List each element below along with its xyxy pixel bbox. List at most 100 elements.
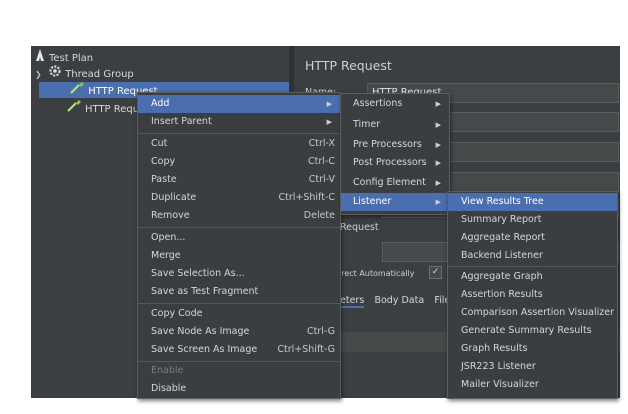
- menu-item-save-node-image[interactable]: Save Node As Image Ctrl-G: [138, 323, 340, 341]
- submenu-arrow-icon: ▶: [435, 100, 441, 108]
- menu-item-label: Aggregate Graph: [461, 271, 543, 282]
- menu-item-label: Aggregate Report: [461, 232, 546, 243]
- menu-item-assertions[interactable]: Assertions ▶: [341, 95, 449, 113]
- menu-item-cut[interactable]: Cut Ctrl-X: [138, 135, 340, 153]
- menu-item-view-results-tree[interactable]: View Results Tree: [448, 193, 617, 211]
- context-menu: Add ▶ Insert Parent ▶ Cut Ctrl-X Copy Ctrl-C…: [137, 92, 341, 399]
- menu-item-comparison-assertion-visualizer[interactable]: Comparison Assertion Visualizer: [448, 304, 617, 322]
- menu-item-paste[interactable]: Paste Ctrl-V: [138, 171, 340, 189]
- menu-item-label: Enable: [151, 365, 184, 376]
- redirect-automatically-label: edirect Automatically: [329, 269, 415, 278]
- chevron-down-icon[interactable]: ❯: [35, 67, 43, 83]
- tree-node-thread-group[interactable]: ❯ Thread Group: [35, 65, 134, 81]
- shortcut-label: Ctrl-G: [306, 326, 335, 337]
- menu-item-label: Copy: [151, 156, 176, 167]
- menu-item-label: Duplicate: [151, 192, 197, 203]
- menu-item-aggregate-report[interactable]: Aggregate Report: [448, 229, 617, 247]
- menu-item-label: Add: [151, 98, 170, 109]
- menu-item-graph-results[interactable]: Graph Results: [448, 340, 617, 358]
- menu-item-save-selection[interactable]: Save Selection As...: [138, 265, 340, 283]
- menu-separator: [138, 303, 340, 304]
- menu-item-config-element[interactable]: Config Element ▶: [341, 174, 449, 192]
- menu-item-merge[interactable]: Merge: [138, 247, 340, 265]
- menu-item-open[interactable]: Open...: [138, 229, 340, 247]
- menu-item-label: Assertions: [353, 98, 403, 109]
- menu-item-enable: Enable: [138, 362, 340, 380]
- menu-item-copy[interactable]: Copy Ctrl-C: [138, 153, 340, 171]
- menu-item-label: Insert Parent: [151, 116, 212, 127]
- menu-item-label: Comparison Assertion Visualizer: [461, 307, 615, 318]
- menu-item-label: Open...: [151, 232, 186, 243]
- menu-item-label: Cut: [151, 138, 168, 149]
- request-tabs: eters Body Data Files: [340, 292, 462, 310]
- menu-item-label: Timer: [353, 119, 381, 130]
- request-section-label: Request: [340, 222, 379, 233]
- gear-icon: [49, 65, 61, 83]
- menu-item-save-fragment[interactable]: Save as Test Fragment: [138, 283, 340, 301]
- menu-item-label: Remove: [151, 210, 190, 221]
- pipette-icon: [67, 100, 81, 118]
- menu-item-label: Config Element: [353, 177, 426, 188]
- tab-parameters[interactable]: eters: [340, 295, 365, 308]
- submenu-arrow-icon: ▶: [435, 141, 441, 149]
- menu-item-label: Merge: [151, 250, 181, 261]
- menu-item-listener[interactable]: Listener ▶: [341, 193, 449, 211]
- submenu-arrow-icon: ▶: [326, 100, 332, 108]
- menu-item-label: Save Screen As Image: [151, 344, 258, 355]
- menu-item-pre-processors[interactable]: Pre Processors ▶: [341, 136, 449, 154]
- menu-separator: [448, 266, 617, 267]
- tab-body-data[interactable]: Body Data: [374, 295, 424, 306]
- add-submenu: Assertions ▶ Timer ▶ Pre Processors ▶ Post …: [340, 93, 450, 215]
- submenu-arrow-icon: ▶: [435, 198, 441, 206]
- panel-title: HTTP Request: [305, 58, 392, 73]
- menu-item-label: Save Selection As...: [151, 268, 245, 279]
- shortcut-label: Ctrl-C: [308, 156, 335, 167]
- menu-item-post-processors[interactable]: Post Processors ▶: [341, 154, 449, 172]
- menu-item-save-screen-image[interactable]: Save Screen As Image Ctrl+Shift-G: [138, 341, 340, 359]
- shortcut-label: Ctrl+Shift-C: [278, 192, 335, 203]
- submenu-arrow-icon: ▶: [435, 159, 441, 167]
- menu-item-summary-report[interactable]: Summary Report: [448, 211, 617, 229]
- menu-item-label: Backend Listener: [461, 250, 543, 261]
- menu-item-insert-parent[interactable]: Insert Parent ▶: [138, 113, 340, 131]
- menu-item-label: Generate Summary Results: [461, 325, 592, 336]
- menu-item-copy-code[interactable]: Copy Code: [138, 305, 340, 323]
- menu-item-timer[interactable]: Timer ▶: [341, 116, 449, 134]
- menu-item-disable[interactable]: Disable: [138, 380, 340, 398]
- menu-item-label: View Results Tree: [461, 196, 544, 207]
- tree-node-label: Test Plan: [49, 53, 94, 64]
- menu-item-label: Pre Processors: [353, 139, 422, 150]
- menu-separator: [138, 133, 340, 134]
- menu-item-label: Copy Code: [151, 308, 203, 319]
- submenu-arrow-icon: ▶: [435, 121, 441, 129]
- menu-item-add[interactable]: Add ▶: [138, 95, 340, 113]
- pipette-icon: [70, 82, 85, 100]
- menu-item-label: Summary Report: [461, 214, 542, 225]
- submenu-arrow-icon: ▶: [435, 179, 441, 187]
- tree-node-label: Thread Group: [65, 69, 134, 80]
- menu-item-jsr223-listener[interactable]: JSR223 Listener: [448, 358, 617, 376]
- menu-item-label: Post Processors: [353, 157, 427, 168]
- menu-item-label: JSR223 Listener: [461, 361, 536, 372]
- menu-item-label: Mailer Visualizer: [461, 379, 539, 390]
- menu-item-label: Listener: [353, 196, 392, 207]
- shortcut-label: Ctrl-X: [308, 138, 335, 149]
- menu-item-backend-listener[interactable]: Backend Listener: [448, 247, 617, 265]
- menu-item-generate-summary-results[interactable]: Generate Summary Results: [448, 322, 617, 340]
- menu-item-label: Paste: [151, 174, 177, 185]
- tree-node-test-plan[interactable]: Test Plan: [35, 49, 93, 65]
- menu-item-duplicate[interactable]: Duplicate Ctrl+Shift-C: [138, 189, 340, 207]
- menu-item-label: Assertion Results: [461, 289, 543, 300]
- menu-item-remove[interactable]: Remove Delete: [138, 207, 340, 225]
- menu-item-mailer-visualizer[interactable]: Mailer Visualizer: [448, 376, 617, 394]
- listener-submenu: View Results Tree Summary Report Aggrega…: [447, 191, 618, 399]
- menu-item-label: Disable: [151, 383, 187, 394]
- menu-separator: [138, 227, 340, 228]
- menu-item-label: Graph Results: [461, 343, 528, 354]
- menu-item-aggregate-graph[interactable]: Aggregate Graph: [448, 268, 617, 286]
- redirect-checkbox[interactable]: ✓: [429, 266, 442, 279]
- shortcut-label: Delete: [303, 210, 335, 221]
- submenu-arrow-icon: ▶: [326, 118, 332, 126]
- shortcut-label: Ctrl-V: [308, 174, 335, 185]
- menu-item-assertion-results[interactable]: Assertion Results: [448, 286, 617, 304]
